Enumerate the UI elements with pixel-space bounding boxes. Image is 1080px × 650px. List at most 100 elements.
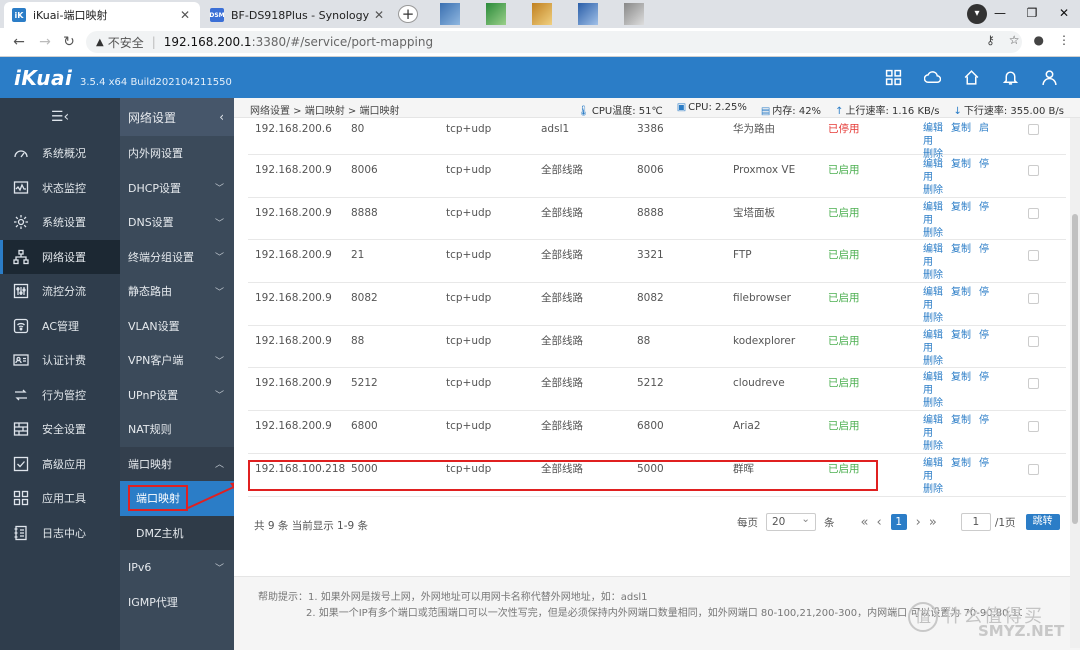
main-content: 网络设置 > 端口映射 > 端口映射 🌡︎ CPU温度: 51℃ ▣ CPU: 2.… <box>234 98 1080 650</box>
delete-link[interactable]: 删除 <box>923 398 943 409</box>
account-icon[interactable]: ● <box>1034 33 1044 47</box>
key-icon[interactable]: ⚷ <box>986 33 995 47</box>
row-checkbox[interactable] <box>1028 207 1039 219</box>
copy-link[interactable]: 复制 <box>951 287 971 298</box>
sidebar-item-flow-control[interactable]: 流控分流 <box>0 274 120 309</box>
submenu-wan-lan[interactable]: 内外网设置 <box>120 136 234 171</box>
sidebar-item-network-settings[interactable]: 网络设置 <box>0 239 120 274</box>
submenu-child-dmz-host[interactable]: DMZ主机 <box>120 515 234 550</box>
row-checkbox[interactable] <box>1028 463 1039 475</box>
edit-link[interactable]: 编辑 <box>923 330 943 341</box>
sidebar-item-system-overview[interactable]: 系统概况 <box>0 136 120 171</box>
home-icon[interactable] <box>963 69 980 86</box>
cloud-icon[interactable] <box>924 69 941 86</box>
delete-link[interactable]: 删除 <box>923 484 943 495</box>
submenu-dns[interactable]: DNS设置 ﹀ <box>120 205 234 240</box>
arrows-icon <box>12 386 30 404</box>
delete-link[interactable]: 删除 <box>923 270 943 281</box>
sidebar-item-app-tools[interactable]: 应用工具 <box>0 481 120 516</box>
edit-link[interactable]: 编辑 <box>923 458 943 469</box>
close-tab-icon[interactable]: ✕ <box>372 8 386 22</box>
sidebar-item-ac-management[interactable]: AC管理 <box>0 309 120 344</box>
star-icon[interactable]: ☆ <box>1009 33 1020 47</box>
bell-icon[interactable] <box>1002 69 1019 86</box>
copy-link[interactable]: 复制 <box>951 159 971 170</box>
copy-link[interactable]: 复制 <box>951 244 971 255</box>
new-tab-button[interactable]: + <box>398 5 418 23</box>
sidebar-item-auth-billing[interactable]: 认证计费 <box>0 343 120 378</box>
browser-tab-ikuai[interactable]: iK iKuai-端口映射 ✕ <box>4 2 200 28</box>
chevron-down-icon: ﹀ <box>214 391 224 402</box>
sidebar-item-log-center[interactable]: 日志中心 <box>0 516 120 551</box>
close-tab-icon[interactable]: ✕ <box>178 8 192 22</box>
first-page-icon[interactable]: « <box>861 515 869 530</box>
edit-link[interactable]: 编辑 <box>923 372 943 383</box>
line-cell: 全部线路 <box>541 206 583 219</box>
last-page-icon[interactable]: » <box>929 515 937 530</box>
submenu-vlan[interactable]: VLAN设置 <box>120 309 234 344</box>
current-page-button[interactable]: 1 <box>890 514 907 530</box>
delete-link[interactable]: 删除 <box>923 441 943 452</box>
port-mapping-table: 192.168.200.6 80 tcp+udp adsl1 3386 华为路由 已停用 编辑… <box>248 118 1066 497</box>
delete-link[interactable]: 删除 <box>923 185 943 196</box>
menu-icon[interactable]: ⋮ <box>1058 33 1070 47</box>
browser-tab-synology[interactable]: DSM BF-DS918Plus - Synology Disk ✕ <box>202 2 394 28</box>
sidebar-item-system-settings[interactable]: 系统设置 <box>0 205 120 240</box>
row-checkbox[interactable] <box>1028 293 1039 305</box>
delete-link[interactable]: 删除 <box>923 356 943 367</box>
sidebar-item-status-monitor[interactable]: 状态监控 <box>0 171 120 206</box>
copy-link[interactable]: 复制 <box>951 458 971 469</box>
sidebar-item-behavior-control[interactable]: 行为管控 <box>0 378 120 413</box>
sidebar-item-security[interactable]: 安全设置 <box>0 412 120 447</box>
row-checkbox[interactable] <box>1028 421 1039 433</box>
copy-link[interactable]: 复制 <box>951 123 971 134</box>
scrollbar[interactable] <box>1070 118 1080 648</box>
forward-icon[interactable]: → <box>36 33 54 51</box>
per-page-select[interactable]: 20 <box>766 511 816 531</box>
submenu-terminal-group[interactable]: 终端分组设置 ﹀ <box>120 240 234 275</box>
scrollbar-thumb[interactable] <box>1072 214 1078 524</box>
collapse-chevron-icon[interactable]: ‹ <box>219 110 224 124</box>
edit-link[interactable]: 编辑 <box>923 159 943 170</box>
next-page-icon[interactable]: › <box>916 515 921 530</box>
edit-link[interactable]: 编辑 <box>923 244 943 255</box>
delete-link[interactable]: 删除 <box>923 228 943 239</box>
copy-link[interactable]: 复制 <box>951 372 971 383</box>
copy-link[interactable]: 复制 <box>951 330 971 341</box>
submenu-port-mapping[interactable]: 端口映射 ︿ <box>120 446 234 481</box>
submenu-ipv6[interactable]: IPv6 ﹀ <box>120 550 234 585</box>
submenu-igmp-proxy[interactable]: IGMP代理 <box>120 585 234 620</box>
submenu-dhcp[interactable]: DHCP设置 ﹀ <box>120 171 234 206</box>
submenu-nat-rules[interactable]: NAT规则 <box>120 412 234 447</box>
close-window-icon[interactable]: ✕ <box>1048 0 1080 28</box>
reload-icon[interactable]: ↻ <box>60 33 78 51</box>
minimize-icon[interactable]: — <box>984 0 1016 28</box>
checkbox-icon <box>12 455 30 473</box>
arrow-down-icon: ↓ <box>953 106 962 117</box>
edit-link[interactable]: 编辑 <box>923 415 943 426</box>
user-icon[interactable] <box>1041 69 1058 86</box>
submenu-static-route[interactable]: 静态路由 ﹀ <box>120 274 234 309</box>
delete-link[interactable]: 删除 <box>923 313 943 324</box>
copy-link[interactable]: 复制 <box>951 202 971 213</box>
row-checkbox[interactable] <box>1028 165 1039 176</box>
sidebar-item-advanced[interactable]: 高级应用 <box>0 447 120 482</box>
row-checkbox[interactable] <box>1028 250 1039 262</box>
row-checkbox[interactable] <box>1028 335 1039 347</box>
prev-page-icon[interactable]: ‹ <box>876 515 881 530</box>
edit-link[interactable]: 编辑 <box>923 123 943 134</box>
copy-link[interactable]: 复制 <box>951 415 971 426</box>
submenu-upnp[interactable]: UPnP设置 ﹀ <box>120 378 234 413</box>
sidebar-collapse-icon[interactable]: ☰‹ <box>0 98 120 136</box>
grid-icon[interactable] <box>885 69 902 86</box>
page-number-input[interactable]: 1 <box>960 513 991 531</box>
jump-button[interactable]: 跳转 <box>1025 514 1060 530</box>
back-icon[interactable]: ← <box>10 33 28 51</box>
edit-link[interactable]: 编辑 <box>923 202 943 213</box>
maximize-icon[interactable]: ❐ <box>1016 0 1048 28</box>
row-checkbox[interactable] <box>1028 124 1039 135</box>
url-field[interactable]: ▲ 不安全 | 192.168.200.1 :3380/#/service/po… <box>86 31 1022 53</box>
edit-link[interactable]: 编辑 <box>923 287 943 298</box>
row-checkbox[interactable] <box>1028 378 1039 390</box>
submenu-vpn-client[interactable]: VPN客户端 ﹀ <box>120 343 234 378</box>
